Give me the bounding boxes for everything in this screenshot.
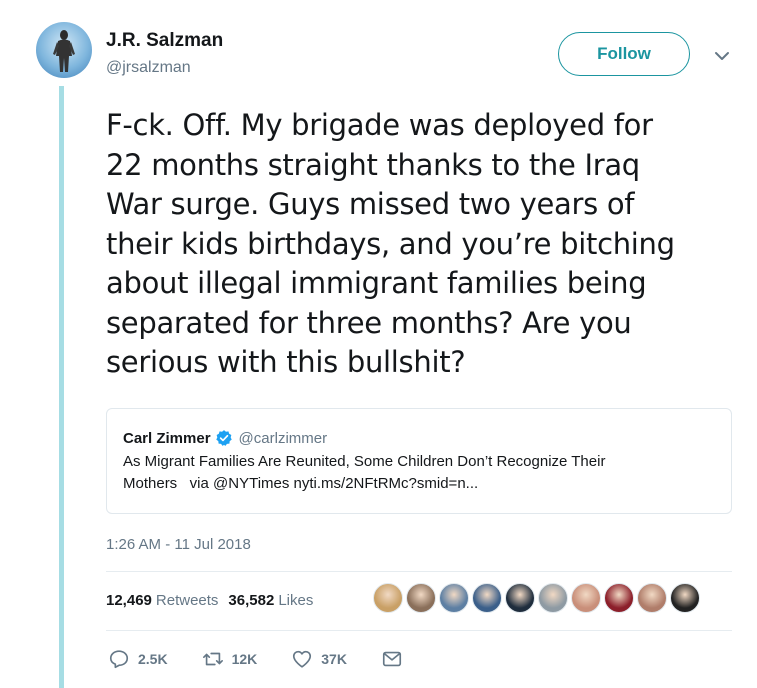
retweet-icon [202,652,223,666]
envelope-icon [382,651,402,667]
thread-line [59,86,64,688]
quoted-tweet-text: As Migrant Families Are Reunited, Some C… [123,453,606,492]
reply-count: 2.5K [138,651,168,667]
divider [106,630,732,631]
verified-badge-icon [215,430,232,446]
reply-button[interactable]: 2.5K [108,648,168,670]
liker-avatar[interactable] [406,583,436,613]
like-label[interactable]: Likes [278,592,313,609]
tweet-text: F-ck. Off. My brigade was deployed for 2… [106,108,675,379]
quoted-tweet[interactable]: Carl Zimmer @carlzimmer As Migrant Famil… [106,408,732,514]
liker-avatar[interactable] [538,583,568,613]
retweet-count[interactable]: 12,469 [106,592,152,609]
retweet-action-count: 12K [231,651,258,667]
liker-avatar[interactable] [670,583,700,613]
liker-avatar[interactable] [604,583,634,613]
liker-avatar[interactable] [472,583,502,613]
follow-button[interactable]: Follow [558,32,690,76]
author-name[interactable]: J.R. Salzman [106,30,223,52]
direct-message-button[interactable] [381,648,411,670]
liker-avatar[interactable] [439,583,469,613]
like-action-count: 37K [321,651,347,667]
author-handle[interactable]: @jrsalzman [106,59,191,77]
liker-avatars [373,583,703,613]
chevron-down-icon[interactable] [712,46,732,66]
liker-avatar[interactable] [571,583,601,613]
heart-icon [293,650,312,668]
liker-avatar[interactable] [505,583,535,613]
engagement-stats: 12,469 Retweets 36,582 Likes [106,592,313,609]
tweet-actions: 2.5K 12K 37K [108,648,445,670]
like-count[interactable]: 36,582 [228,592,274,609]
author-avatar[interactable] [36,22,92,78]
liker-avatar[interactable] [637,583,667,613]
quoted-author-name: Carl Zimmer [123,429,211,447]
reply-icon [109,650,129,669]
tweet-timestamp[interactable]: 1:26 AM - 11 Jul 2018 [106,536,251,553]
liker-avatar[interactable] [373,583,403,613]
quoted-author-handle: @carlzimmer [238,429,328,447]
retweet-label[interactable]: Retweets [156,592,219,609]
person-silhouette-icon [53,30,75,72]
retweet-button[interactable]: 12K [202,648,258,670]
divider [106,571,732,572]
like-button[interactable]: 37K [291,648,347,670]
quoted-tweet-header: Carl Zimmer @carlzimmer [123,429,715,447]
